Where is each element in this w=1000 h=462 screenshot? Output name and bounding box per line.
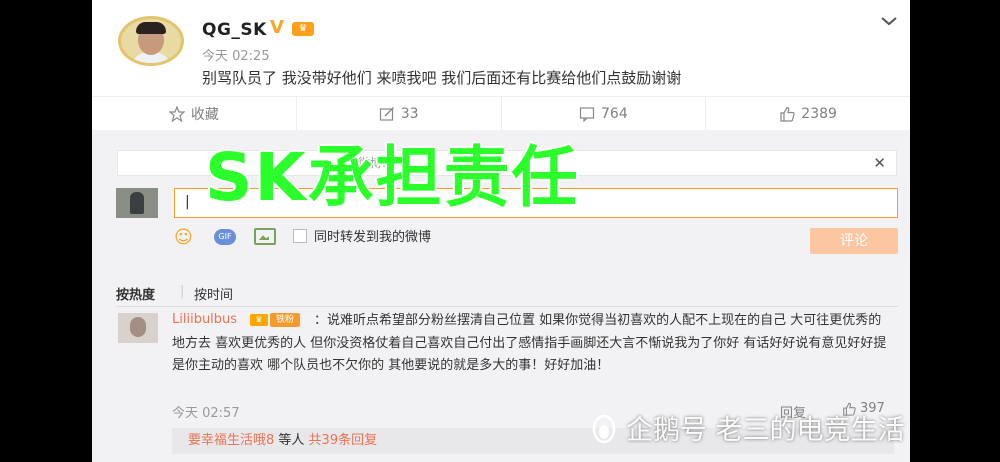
comment-count: 764 — [601, 106, 628, 122]
commenter-avatar[interactable] — [118, 313, 158, 343]
emoji-icon[interactable]: ☺ — [174, 227, 193, 248]
watermark-text: 企鹅号 老三的电竞生活 — [626, 415, 905, 446]
member-crown-icon: ♛ — [292, 22, 314, 36]
weibo-post-card: QG_SK V ♛ 今天 02:25 别骂队员了 我没带好他们 来喷我吧 我们后… — [92, 0, 910, 462]
comment-time: 今天 02:57 — [172, 406, 240, 421]
favorite-button[interactable]: 收藏 — [92, 97, 297, 131]
repost-checkbox-label: 同时转发到我的微博 — [314, 230, 432, 245]
penguin-logo-icon — [592, 414, 616, 443]
comment-icon — [579, 107, 595, 122]
watermark: 企鹅号 老三的电竞生活 — [590, 408, 905, 447]
sub-reply-count[interactable]: 共39条回复 — [309, 433, 378, 448]
post-action-bar: 收藏 33 764 2389 — [92, 96, 910, 131]
image-icon[interactable] — [254, 228, 276, 245]
chevron-down-icon[interactable] — [880, 14, 898, 28]
star-icon — [168, 106, 185, 122]
repost-button[interactable]: 33 — [297, 97, 502, 131]
gif-icon[interactable]: GIF — [214, 229, 236, 245]
repost-count: 33 — [400, 106, 419, 122]
overlay-title: SK承担责任 — [205, 139, 580, 216]
sort-by-hot-tab[interactable]: 按热度 — [116, 284, 155, 303]
poster-avatar[interactable] — [118, 16, 184, 66]
like-count: 2389 — [801, 106, 837, 122]
sub-reply-name[interactable]: 要幸福生活哦8 — [188, 433, 274, 448]
fan-badge: 铁粉 — [270, 313, 300, 327]
sort-by-time-tab[interactable]: 按时间 — [194, 284, 233, 303]
my-avatar[interactable] — [116, 188, 158, 218]
like-button[interactable]: 2389 — [706, 97, 910, 131]
post-time: 今天 02:25 — [202, 49, 270, 64]
close-icon[interactable]: ✕ — [873, 151, 886, 175]
thumbs-up-icon — [780, 106, 795, 122]
repost-icon — [379, 107, 394, 121]
comment-sort-bar: 按热度 | 按时间 — [116, 282, 898, 307]
repost-checkbox[interactable] — [293, 229, 307, 243]
post-text: 别骂队员了 我没带好他们 来喷我吧 我们后面还有比赛给他们点鼓励谢谢 — [202, 69, 682, 87]
member-crown-icon: ♛ — [250, 314, 268, 326]
submit-comment-button[interactable]: 评论 — [810, 228, 898, 254]
favorite-label: 收藏 — [190, 107, 219, 123]
commenter-username[interactable]: Liliibulbus — [172, 312, 237, 327]
poster-username[interactable]: QG_SK — [202, 20, 267, 40]
verified-badge-icon: V — [270, 17, 284, 38]
sort-divider: | — [180, 284, 185, 299]
comment-button[interactable]: 764 — [502, 97, 707, 131]
sub-reply-mid: 等人 — [274, 433, 309, 448]
